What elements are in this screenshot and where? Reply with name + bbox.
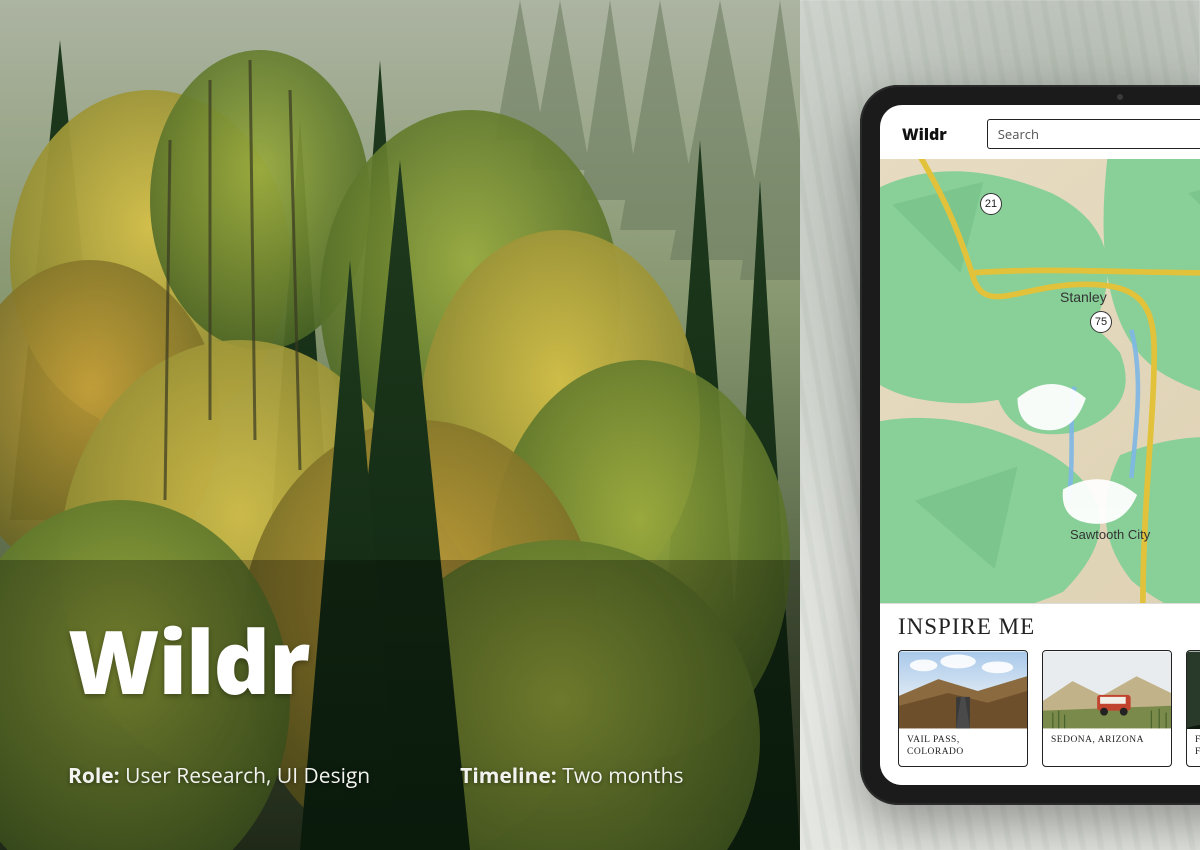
role-value: User Research, UI Design [125, 762, 370, 790]
case-study-hero: Wildr Role: User Research, UI Design Tim… [0, 0, 1200, 850]
inspire-panel: INSPIRE ME [880, 603, 1200, 785]
route-shield-75: 75 [1090, 311, 1112, 333]
route-shield-21: 21 [980, 193, 1002, 215]
inspire-thumb [1043, 651, 1171, 729]
project-title: Wildr [68, 616, 684, 704]
map-label-sawtooth: Sawtooth City [1070, 527, 1150, 542]
app-header: Wildr Search [880, 105, 1200, 159]
tablet-device-frame: Wildr Search [860, 85, 1200, 805]
inspire-thumb [1187, 651, 1200, 729]
timeline-label: Timeline: [460, 762, 557, 790]
inspire-caption: FLATHEAD NATIONAL FOREST [1187, 729, 1200, 766]
route-shield-75-label: 75 [1095, 316, 1107, 328]
inspire-card[interactable]: FLATHEAD NATIONAL FOREST [1186, 650, 1200, 767]
inspire-caption: SEDONA, ARIZONA [1043, 729, 1171, 754]
map-label-stanley: Stanley [1060, 289, 1107, 305]
hero-text-block: Wildr Role: User Research, UI Design Tim… [68, 616, 684, 790]
forest-photo: Wildr Role: User Research, UI Design Tim… [0, 0, 800, 850]
role-field: Role: User Research, UI Design [68, 762, 370, 790]
map-view[interactable]: 21 75 Stanley Sawtooth City [880, 159, 1200, 603]
inspire-card[interactable]: VAIL PASS, COLORADO [898, 650, 1028, 767]
role-label: Role: [68, 762, 120, 790]
inspire-card[interactable]: SEDONA, ARIZONA [1042, 650, 1172, 767]
inspire-thumb [899, 651, 1027, 729]
tablet-screen: Wildr Search [880, 105, 1200, 785]
search-placeholder: Search [998, 125, 1039, 143]
search-input[interactable]: Search [987, 119, 1200, 149]
inspire-card-row: VAIL PASS, COLORADO [898, 650, 1200, 767]
inspire-heading: INSPIRE ME [898, 614, 1200, 640]
app-brand: Wildr [902, 123, 947, 145]
timeline-field: Timeline: Two months [460, 762, 683, 790]
route-shield-21-label: 21 [985, 198, 997, 210]
meta-row: Role: User Research, UI Design Timeline:… [68, 762, 684, 790]
inspire-caption: VAIL PASS, COLORADO [899, 729, 1027, 766]
timeline-value: Two months [562, 762, 683, 790]
